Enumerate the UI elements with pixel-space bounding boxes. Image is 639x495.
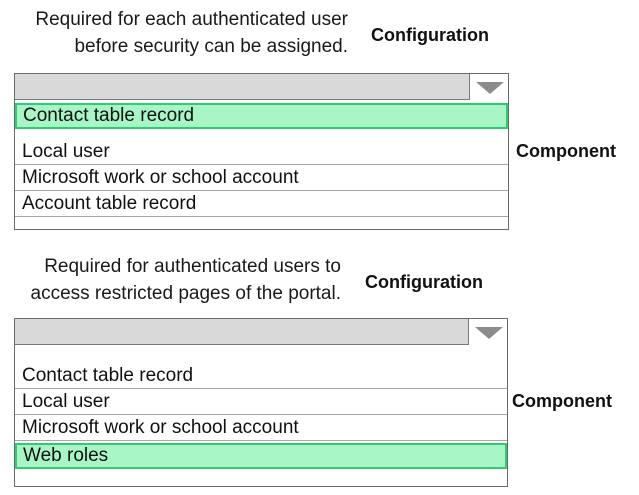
- option-contact-table-record[interactable]: Contact table record: [15, 103, 508, 129]
- requirement-text: Required for each authenticated user bef…: [35, 6, 348, 60]
- option-local-user[interactable]: Local user: [15, 139, 508, 165]
- option-web-roles[interactable]: Web roles: [15, 443, 507, 469]
- requirement-line: Required for authenticated users to: [44, 256, 341, 277]
- option-contact-table-record[interactable]: Contact table record: [15, 363, 507, 389]
- component-heading: Component: [516, 141, 616, 161]
- option-microsoft-work-or-school-account[interactable]: Microsoft work or school account: [15, 415, 507, 441]
- dropdown-toggle-button[interactable]: [469, 74, 508, 100]
- requirement-line: access restricted pages of the portal.: [30, 283, 342, 304]
- dropdown-selected-value[interactable]: [15, 319, 507, 345]
- requirement-line: Required for each authenticated user: [35, 9, 348, 30]
- configuration-heading: Configuration: [365, 272, 483, 292]
- dropdown-selected-value[interactable]: [15, 74, 508, 100]
- requirement-text: Required for authenticated users to acce…: [31, 253, 342, 307]
- option-local-user[interactable]: Local user: [15, 389, 507, 415]
- component-heading: Component: [512, 391, 612, 411]
- component-dropdown[interactable]: Contact table record Local user Microsof…: [14, 318, 508, 487]
- requirement-line: before security can be assigned.: [74, 36, 348, 57]
- component-dropdown[interactable]: Contact table record Local user Microsof…: [14, 73, 509, 230]
- option-microsoft-work-or-school-account[interactable]: Microsoft work or school account: [15, 165, 508, 191]
- option-account-table-record[interactable]: Account table record: [15, 191, 508, 217]
- configuration-heading: Configuration: [371, 25, 489, 45]
- chevron-down-icon: [475, 327, 503, 339]
- dropdown-toggle-button[interactable]: [468, 319, 507, 345]
- chevron-down-icon: [476, 82, 504, 94]
